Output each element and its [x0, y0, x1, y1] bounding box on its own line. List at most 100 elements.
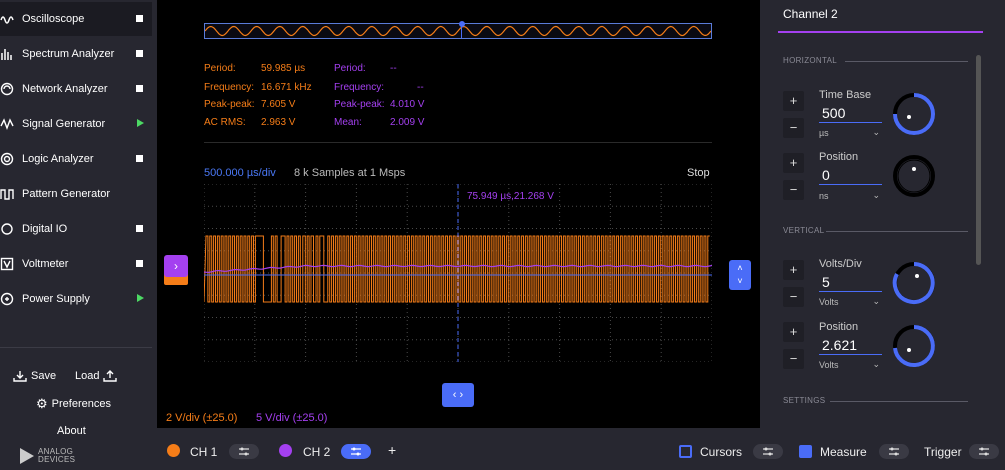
chevron-down-icon: ⌄ — [872, 190, 880, 200]
tool-signal-generator[interactable]: Signal Generator — [0, 107, 152, 141]
cursor-readout: 75.949 µs,21.268 V — [467, 191, 554, 202]
ch1-waveform — [204, 235, 710, 303]
vposition-minus-button[interactable]: − — [783, 349, 804, 369]
ch1-meas-value: 2.963 V — [261, 117, 296, 128]
about-label: About — [57, 425, 86, 437]
ch2-meas-label: Period: — [334, 63, 366, 74]
trigger-level-handle[interactable]: ˄ ˅ — [729, 260, 751, 290]
tool-oscilloscope[interactable]: Oscilloscope — [0, 2, 152, 36]
ch2-meas-value: 2.009 V — [390, 117, 425, 128]
vposition-unit-select[interactable]: Volts ⌄ — [819, 359, 882, 370]
section-line — [826, 231, 968, 232]
section-line — [830, 401, 968, 402]
sliders-icon — [763, 447, 773, 456]
tool-label: Oscilloscope — [22, 13, 85, 25]
tool-voltmeter[interactable]: Voltmeter — [0, 247, 152, 281]
sliders-icon — [239, 447, 249, 456]
stop-icon[interactable] — [136, 155, 143, 162]
hposition-input[interactable]: 0 — [819, 165, 882, 185]
buffer-overview[interactable] — [204, 21, 712, 39]
voltsdiv-minus-button[interactable]: − — [783, 287, 804, 307]
tool-power-supply[interactable]: Power Supply — [0, 282, 152, 316]
hposition-minus-button[interactable]: − — [783, 180, 804, 200]
tool-logic-analyzer[interactable]: Logic Analyzer — [0, 142, 152, 176]
timebase-input[interactable]: 500 — [819, 103, 882, 123]
trigger-position-handle[interactable]: ‹ › — [442, 383, 474, 407]
hposition-label: Position — [819, 151, 859, 163]
samples-label: 8 k Samples at 1 Msps — [294, 167, 406, 179]
panel-title: Channel 2 — [783, 7, 838, 21]
panel-scrollbar[interactable] — [976, 55, 981, 265]
ch2-meas-label: Mean: — [334, 117, 362, 128]
tool-network-analyzer[interactable]: Network Analyzer — [0, 72, 152, 106]
ch2-enable-toggle[interactable] — [279, 444, 292, 457]
stop-icon[interactable] — [136, 260, 143, 267]
save-icon — [13, 371, 27, 382]
about-button[interactable]: About — [57, 425, 86, 437]
run-status-label: Stop — [687, 167, 710, 179]
save-button[interactable]: Save — [13, 370, 56, 382]
measurement-divider — [204, 142, 712, 143]
tool-pattern-generator[interactable]: Pattern Generator — [0, 177, 152, 211]
scopy-window: Oscilloscope Spectrum Analyzer Network A… — [0, 0, 1005, 470]
tool-spectrum-analyzer[interactable]: Spectrum Analyzer — [0, 37, 152, 71]
timebase-minus-button[interactable]: − — [783, 118, 804, 138]
measure-settings-button[interactable] — [879, 444, 909, 459]
timebase-knob[interactable] — [892, 92, 936, 136]
voltsdiv-input[interactable]: 5 — [819, 272, 882, 292]
ch1-enable-toggle[interactable] — [167, 444, 180, 457]
signal-generator-icon — [0, 118, 14, 130]
ch2-scale-label: 5 V/div (±25.0) — [256, 412, 328, 424]
preferences-button[interactable]: ⚙ Preferences — [36, 396, 111, 412]
voltmeter-icon — [0, 257, 14, 271]
timebase-unit-select[interactable]: µs ⌄ — [819, 127, 882, 138]
scope-plot[interactable] — [204, 184, 712, 362]
hposition-knob[interactable] — [892, 154, 936, 198]
stop-icon[interactable] — [136, 50, 143, 57]
tool-label: Voltmeter — [22, 258, 69, 270]
measure-label[interactable]: Measure — [820, 445, 867, 459]
load-button[interactable]: Load — [75, 370, 118, 382]
load-icon — [103, 370, 118, 382]
ch2-offset-handle[interactable]: › — [164, 255, 188, 277]
measure-checkbox[interactable] — [799, 445, 812, 458]
cursors-checkbox[interactable] — [679, 445, 692, 458]
ch1-label[interactable]: CH 1 — [190, 445, 217, 459]
voltsdiv-unit-select[interactable]: Volts ⌄ — [819, 296, 882, 307]
ch2-label[interactable]: CH 2 — [303, 445, 330, 459]
panel-title-underline — [778, 31, 983, 33]
hposition-unit-select[interactable]: ns ⌄ — [819, 190, 882, 201]
trigger-settings-button[interactable] — [969, 444, 999, 459]
sliders-icon — [889, 447, 899, 456]
play-icon[interactable] — [137, 294, 144, 302]
vposition-knob[interactable] — [892, 324, 936, 368]
ch1-meas-label: Peak-peak: — [204, 99, 255, 110]
voltsdiv-plus-button[interactable]: + — [783, 260, 804, 280]
vposition-plus-button[interactable]: + — [783, 322, 804, 342]
ch2-settings-button[interactable] — [341, 444, 371, 459]
hposition-plus-button[interactable]: + — [783, 153, 804, 173]
ch2-meas-value: -- — [390, 63, 397, 74]
ch1-scale-label: 2 V/div (±25.0) — [166, 412, 238, 424]
timebase-plus-button[interactable]: + — [783, 91, 804, 111]
cursors-label[interactable]: Cursors — [700, 445, 742, 459]
save-label: Save — [31, 370, 57, 382]
stop-icon[interactable] — [136, 15, 143, 22]
trigger-label[interactable]: Trigger — [924, 445, 962, 459]
stop-icon[interactable] — [136, 225, 143, 232]
tool-sidebar: Oscilloscope Spectrum Analyzer Network A… — [0, 0, 157, 470]
ch1-settings-button[interactable] — [229, 444, 259, 459]
ch1-meas-value: 16.671 kHz — [261, 82, 312, 93]
stop-icon[interactable] — [136, 85, 143, 92]
add-channel-button[interactable]: + — [388, 442, 396, 458]
voltsdiv-knob[interactable] — [892, 261, 936, 305]
tool-label: Logic Analyzer — [22, 153, 94, 165]
play-icon[interactable] — [137, 119, 144, 127]
brand-line2: DEVICES — [38, 455, 76, 464]
network-icon — [0, 82, 14, 96]
tool-digital-io[interactable]: Digital IO — [0, 212, 152, 246]
overview-trigger-marker[interactable] — [459, 21, 465, 27]
vposition-input[interactable]: 2.621 — [819, 335, 882, 355]
sidebar-divider — [0, 347, 152, 348]
cursors-settings-button[interactable] — [753, 444, 783, 459]
